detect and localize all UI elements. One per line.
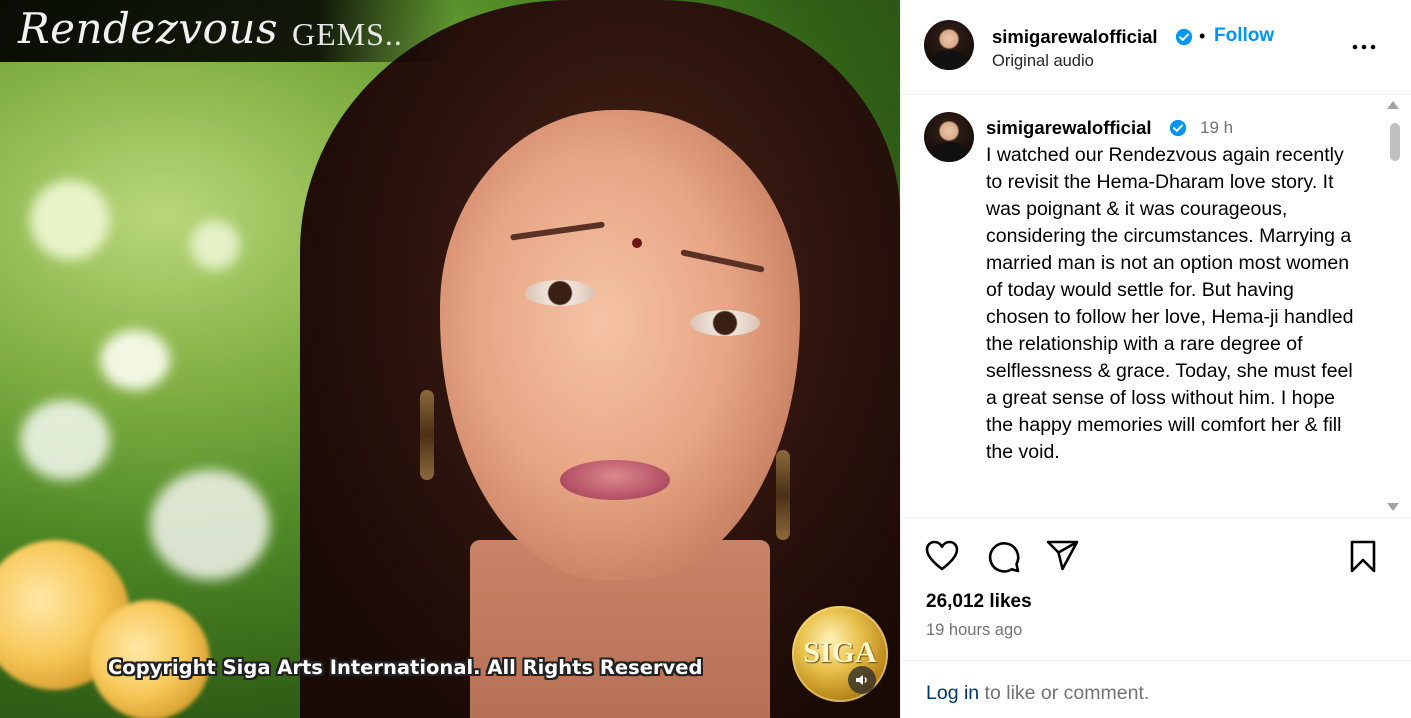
speaker-icon bbox=[856, 675, 867, 685]
background-bokeh bbox=[190, 220, 240, 270]
lips bbox=[560, 460, 670, 500]
scroll-down-arrow-icon[interactable] bbox=[1387, 503, 1399, 511]
more-options-icon[interactable] bbox=[1351, 38, 1377, 56]
scrollbar-thumb[interactable] bbox=[1390, 123, 1400, 161]
copyright-watermark: Copyright Siga Arts International. All R… bbox=[108, 656, 703, 679]
share-icon[interactable] bbox=[1046, 540, 1080, 572]
login-prompt: Log in to like or comment. bbox=[926, 682, 1149, 705]
likes-count[interactable]: 26,012 likes bbox=[926, 591, 1032, 613]
heart-icon[interactable] bbox=[925, 540, 959, 572]
login-link[interactable]: Log in bbox=[926, 682, 979, 704]
scroll-up-arrow-icon[interactable] bbox=[1387, 101, 1399, 109]
caption-avatar[interactable] bbox=[924, 112, 974, 162]
audio-toggle-button[interactable] bbox=[848, 666, 876, 694]
eye bbox=[525, 280, 595, 306]
earring bbox=[776, 450, 790, 540]
siga-logo-text: SIGA bbox=[803, 636, 877, 669]
caption-timestamp[interactable]: 19 h bbox=[1200, 118, 1233, 138]
rendezvous-gems-banner: Rendezvous GEMS.. bbox=[0, 0, 455, 62]
login-prompt-text: to like or comment. bbox=[979, 682, 1150, 704]
background-bokeh bbox=[30, 180, 110, 260]
section-divider bbox=[901, 660, 1411, 661]
bookmark-icon[interactable] bbox=[1349, 540, 1377, 574]
post-header: simigarewalofficial • Follow Original au… bbox=[901, 0, 1411, 95]
post-time-ago[interactable]: 19 hours ago bbox=[926, 621, 1022, 640]
post-side-panel: simigarewalofficial • Follow Original au… bbox=[900, 0, 1411, 718]
verified-badge-icon bbox=[1175, 28, 1193, 46]
caption-username[interactable]: simigarewalofficial bbox=[986, 117, 1152, 139]
bindi bbox=[632, 238, 642, 248]
earring bbox=[420, 390, 434, 480]
follow-separator: • bbox=[1199, 26, 1206, 46]
background-bokeh bbox=[20, 400, 110, 480]
face bbox=[440, 110, 800, 580]
eye bbox=[690, 310, 760, 336]
banner-script-text: Rendezvous bbox=[18, 4, 279, 53]
follow-button[interactable]: Follow bbox=[1214, 25, 1274, 47]
header-username[interactable]: simigarewalofficial bbox=[992, 26, 1158, 48]
section-divider bbox=[901, 517, 1411, 518]
avatar[interactable] bbox=[924, 20, 974, 70]
caption-section: simigarewalofficial 19 h I watched our R… bbox=[901, 96, 1411, 517]
comment-icon[interactable] bbox=[987, 540, 1021, 574]
banner-caps-text: GEMS.. bbox=[292, 16, 403, 52]
caption-text: I watched our Rendezvous again recently … bbox=[986, 144, 1354, 463]
original-audio-link[interactable]: Original audio bbox=[992, 52, 1094, 71]
background-bokeh bbox=[150, 470, 270, 580]
background-bokeh bbox=[100, 330, 170, 390]
reel-video[interactable]: Rendezvous GEMS.. Copyright Siga Arts In… bbox=[0, 0, 900, 718]
verified-badge-icon bbox=[1169, 119, 1187, 137]
